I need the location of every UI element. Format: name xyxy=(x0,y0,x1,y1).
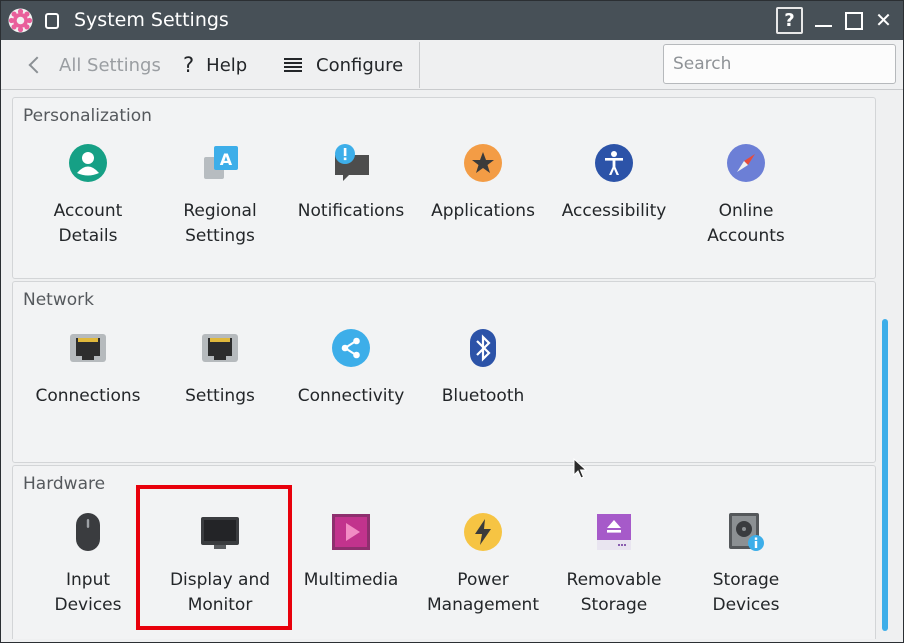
module-connectivity[interactable]: Connectivity xyxy=(285,328,417,409)
module-input-devices[interactable]: Input Devices xyxy=(22,512,154,618)
all-settings-button[interactable]: All Settings xyxy=(25,50,161,80)
window-menu-icon xyxy=(45,13,59,29)
module-label: Online Accounts xyxy=(707,201,785,246)
module-regional-settings[interactable]: A Regional Settings xyxy=(154,143,286,249)
multimedia-icon xyxy=(332,514,370,550)
account-details-icon xyxy=(69,144,107,182)
group-title: Network xyxy=(23,290,94,310)
module-label: Connectivity xyxy=(297,386,405,406)
removable-storage-icon xyxy=(597,514,631,550)
module-label: Multimedia xyxy=(303,570,399,590)
configure-label: Configure xyxy=(316,54,404,76)
module-accessibility[interactable]: Accessibility xyxy=(548,143,680,224)
storage-devices-icon xyxy=(729,513,764,551)
context-help-button[interactable]: ? xyxy=(776,7,803,34)
hamburger-menu-icon xyxy=(284,57,302,73)
module-label: Account Details xyxy=(53,201,123,246)
maximize-button[interactable] xyxy=(840,7,867,34)
module-network-settings[interactable]: Settings xyxy=(154,328,286,409)
group-title: Hardware xyxy=(23,474,106,494)
module-connections[interactable]: Connections xyxy=(22,328,154,409)
module-power-management[interactable]: Power Management xyxy=(417,512,549,618)
window-title: System Settings xyxy=(74,9,229,31)
vertical-scrollbar[interactable] xyxy=(882,319,888,631)
ethernet-port-icon xyxy=(202,334,238,362)
module-label: Regional Settings xyxy=(183,201,257,246)
module-label: Settings xyxy=(185,386,255,406)
module-label: Applications xyxy=(431,201,535,221)
module-applications[interactable]: Applications xyxy=(417,143,549,224)
power-icon xyxy=(464,513,502,551)
module-notifications[interactable]: Notifications xyxy=(285,143,417,224)
module-label: Input Devices xyxy=(54,570,122,615)
search-input[interactable] xyxy=(663,44,896,84)
module-account-details[interactable]: Account Details xyxy=(22,143,154,249)
module-label: Removable Storage xyxy=(566,570,662,615)
module-label: Power Management xyxy=(427,570,539,615)
module-storage-devices[interactable]: Storage Devices xyxy=(680,512,812,618)
help-icon: ? xyxy=(183,53,195,77)
configure-button[interactable]: Configure xyxy=(284,50,403,80)
svg-text:A: A xyxy=(220,150,233,169)
module-multimedia[interactable]: Multimedia xyxy=(285,512,417,593)
toolbar-separator xyxy=(419,42,420,88)
system-settings-window: System Settings ? ✕ All Settings ? Help … xyxy=(0,0,904,643)
group-network: Network Connections Settings Connectivit… xyxy=(12,281,876,463)
module-label: Bluetooth xyxy=(441,386,525,406)
keep-above-button[interactable] xyxy=(39,8,65,34)
toolbar: All Settings ? Help Configure xyxy=(1,40,903,90)
group-personalization: Personalization Account Details A Region… xyxy=(12,97,876,279)
notifications-icon xyxy=(335,144,369,181)
module-bluetooth[interactable]: Bluetooth xyxy=(417,328,549,409)
help-label: Help xyxy=(206,54,248,76)
module-label: Storage Devices xyxy=(712,570,780,615)
accessibility-icon xyxy=(595,144,633,182)
group-title: Personalization xyxy=(23,106,152,126)
module-label: Connections xyxy=(35,386,141,406)
applications-icon xyxy=(464,144,502,182)
share-icon xyxy=(332,329,370,367)
chevron-left-icon xyxy=(28,56,46,74)
title-bar[interactable]: System Settings ? ✕ xyxy=(1,1,903,40)
settings-gear-icon[interactable] xyxy=(7,7,34,34)
help-button[interactable]: ? Help xyxy=(183,50,247,80)
all-settings-label: All Settings xyxy=(59,54,161,76)
module-label: Accessibility xyxy=(561,201,667,221)
close-button[interactable]: ✕ xyxy=(870,7,897,34)
module-online-accounts[interactable]: Online Accounts xyxy=(680,143,812,249)
regional-settings-icon: A xyxy=(204,146,238,179)
mouse-icon xyxy=(76,513,100,551)
minimize-button[interactable] xyxy=(810,7,837,34)
module-removable-storage[interactable]: Removable Storage xyxy=(548,512,680,618)
online-accounts-icon xyxy=(727,144,765,182)
ethernet-port-icon xyxy=(70,334,106,362)
mouse-cursor-icon xyxy=(573,458,588,479)
highlight-box xyxy=(136,485,292,630)
bluetooth-icon xyxy=(470,329,496,367)
module-label: Notifications xyxy=(297,201,405,221)
